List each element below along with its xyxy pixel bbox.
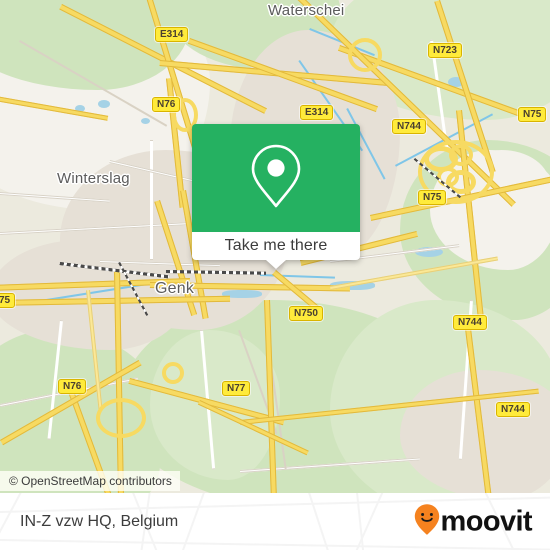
road-shield[interactable]: N75 xyxy=(418,190,447,205)
moovit-smiley-pin-icon xyxy=(414,503,440,540)
footer-bar: IN-Z vzw HQ, Belgium moovit xyxy=(0,493,550,550)
moovit-map-screenshot: E314 N723 N76 E314 N744 N75 N75 75 N750 … xyxy=(0,0,550,550)
place-label-genk: Genk xyxy=(155,280,195,297)
road-shield[interactable]: N723 xyxy=(428,43,462,58)
road-shield[interactable]: 75 xyxy=(0,293,16,308)
map-interchange-loop xyxy=(348,38,382,72)
road-shield[interactable]: E314 xyxy=(300,105,334,120)
road-shield[interactable]: N76 xyxy=(58,379,87,394)
osm-attribution[interactable]: © OpenStreetMap contributors xyxy=(0,471,180,491)
road-shield[interactable]: N77 xyxy=(222,381,251,396)
popup-header xyxy=(192,124,360,232)
map-interchange-loop xyxy=(162,362,184,384)
moovit-wordmark: moovit xyxy=(440,505,533,537)
popup-pointer-tip xyxy=(266,260,286,269)
popup-action-bar[interactable]: Take me there xyxy=(192,232,360,260)
take-me-there-label: Take me there xyxy=(224,237,328,254)
place-label-waterschei: Waterschei xyxy=(268,2,345,19)
road-shield[interactable]: N75 xyxy=(518,107,547,122)
map-interchange-loop xyxy=(96,398,146,438)
location-popup[interactable]: Take me there xyxy=(192,124,360,269)
road-shield[interactable]: N744 xyxy=(453,315,487,330)
moovit-logo[interactable]: moovit xyxy=(414,503,533,540)
road-shield[interactable]: N750 xyxy=(289,306,323,321)
place-label-winterslag: Winterslag xyxy=(57,170,130,187)
map-water xyxy=(98,100,110,108)
map-water xyxy=(141,118,150,124)
page-title: IN-Z vzw HQ, Belgium xyxy=(20,512,179,530)
road-shield[interactable]: N744 xyxy=(496,402,530,417)
map-minor-road xyxy=(150,140,153,260)
road-shield[interactable]: N76 xyxy=(152,97,181,112)
road-shield[interactable]: E314 xyxy=(155,27,189,42)
map-pin-icon xyxy=(249,143,303,214)
road-shield[interactable]: N744 xyxy=(392,119,426,134)
